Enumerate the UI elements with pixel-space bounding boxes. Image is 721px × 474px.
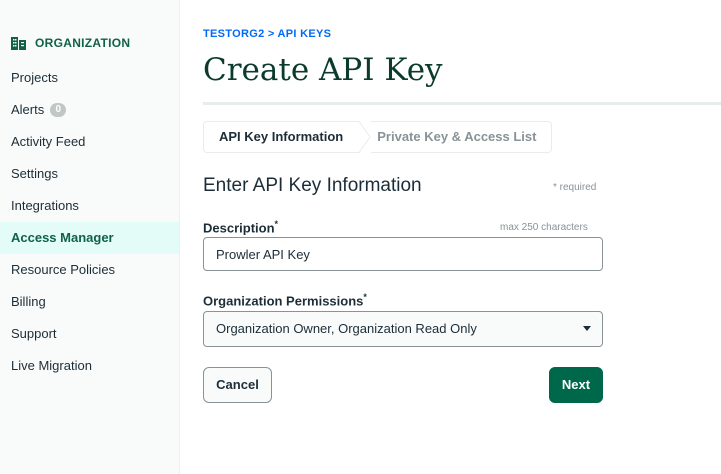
sidebar-item-billing[interactable]: Billing [0, 286, 179, 318]
sidebar-item-label: Activity Feed [11, 134, 86, 149]
sidebar-item-label: Resource Policies [11, 262, 116, 277]
page-title: Create API Key [203, 52, 443, 88]
sidebar-item-label: Billing [11, 294, 46, 309]
organization-permissions-select[interactable]: Organization Owner, Organization Read On… [203, 311, 603, 347]
alerts-count-badge: 0 [50, 102, 67, 117]
cancel-button[interactable]: Cancel [203, 367, 272, 403]
sidebar-item-label: Access Manager [11, 230, 114, 245]
sidebar-item-label: Support [11, 326, 57, 341]
sidebar-item-integrations[interactable]: Integrations [0, 190, 179, 222]
sidebar-item-label: Projects [11, 70, 58, 85]
org-title: ORGANIZATION [35, 36, 131, 50]
sidebar-item-activity-feed[interactable]: Activity Feed [0, 126, 179, 158]
description-max-chars-hint: max 250 characters [500, 222, 588, 233]
sidebar-item-label: Settings [11, 166, 58, 181]
sidebar-item-label: Alerts [11, 102, 45, 117]
sidebar-item-label: Live Migration [11, 358, 92, 373]
required-mark: * [274, 219, 279, 229]
required-mark: * [363, 292, 367, 302]
sidebar-item-alerts[interactable]: Alerts 0 [0, 94, 179, 126]
section-title: Enter API Key Information [203, 175, 422, 196]
breadcrumb[interactable]: TESTORG2 > API KEYS [203, 28, 331, 40]
step-private-key-access-list: Private Key & Access List [371, 121, 553, 153]
wizard-stepper: API Key Information Private Key & Access… [203, 121, 553, 153]
main-content: TESTORG2 > API KEYS Create API Key API K… [203, 0, 721, 474]
building-icon [11, 37, 26, 50]
step-api-key-information: API Key Information [203, 121, 358, 153]
sidebar-item-resource-policies[interactable]: Resource Policies [0, 254, 179, 286]
title-divider [203, 102, 721, 105]
permissions-label: Organization Permissions* [203, 292, 367, 309]
sidebar-item-support[interactable]: Support [0, 318, 179, 350]
next-button[interactable]: Next [549, 367, 603, 403]
description-label: Description* [203, 219, 279, 236]
description-input[interactable] [203, 237, 603, 271]
caret-down-icon [583, 326, 591, 331]
sidebar-item-access-manager[interactable]: Access Manager [0, 222, 179, 254]
required-note: * required [553, 182, 597, 193]
permissions-selected-value: Organization Owner, Organization Read On… [216, 321, 477, 336]
org-header: ORGANIZATION [11, 36, 130, 50]
sidebar: ORGANIZATION Projects Alerts 0 Activity F… [0, 0, 180, 474]
sidebar-item-projects[interactable]: Projects [0, 62, 179, 94]
sidebar-item-live-migration[interactable]: Live Migration [0, 350, 179, 382]
sidebar-item-settings[interactable]: Settings [0, 158, 179, 190]
sidebar-item-label: Integrations [11, 198, 79, 213]
step-chevron-icon [357, 121, 371, 153]
